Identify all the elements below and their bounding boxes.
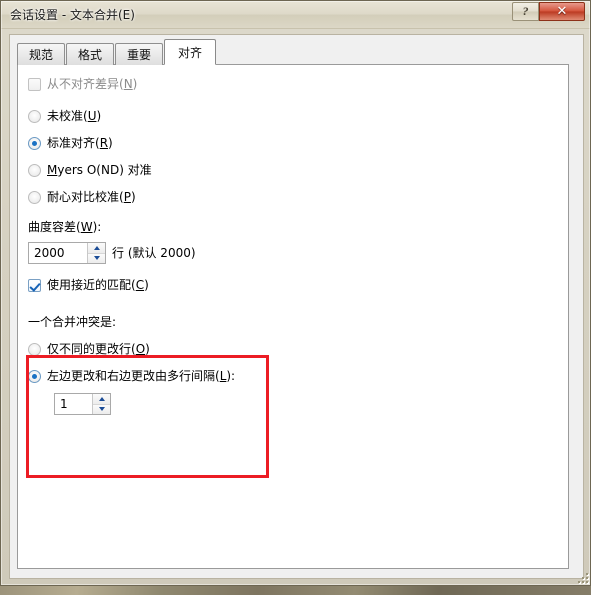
spinner-down-button[interactable] bbox=[88, 253, 105, 263]
caret-down-icon bbox=[98, 407, 105, 412]
caret-up-icon bbox=[93, 245, 100, 250]
checkbox-box-icon bbox=[28, 78, 41, 91]
spinner-buttons bbox=[92, 394, 110, 414]
caret-down-icon bbox=[93, 256, 100, 261]
radio-patience-diff[interactable]: 耐心对比校准(P) bbox=[28, 190, 136, 205]
checkbox-checked-icon bbox=[28, 279, 41, 292]
tab-important[interactable]: 重要 bbox=[115, 43, 164, 65]
tab-page-alignment: 从不对齐差异(N) 未校准(U) 标准对齐(R) Myers O(ND) 对准 … bbox=[17, 64, 569, 569]
checkbox-use-nearest-match[interactable]: 使用接近的匹配(C) bbox=[28, 278, 149, 293]
help-icon[interactable]: ? bbox=[512, 2, 539, 21]
tab-strip: 规范 格式 重要 对齐 bbox=[17, 39, 217, 65]
curvature-tolerance-label: 曲度容差(W): bbox=[28, 220, 102, 234]
radio-patience-diff-label: 耐心对比校准(P) bbox=[47, 190, 136, 204]
dialog-client-area: 规范 格式 重要 对齐 从不对齐差异(N) 未校准(U) 标准对齐(R) Mye… bbox=[9, 34, 584, 579]
tab-alignment[interactable]: 对齐 bbox=[164, 39, 217, 65]
radio-standard-alignment-label: 标准对齐(R) bbox=[47, 136, 113, 150]
spinner-buttons bbox=[87, 243, 105, 263]
conflict-group-title: 一个合并冲突是: bbox=[28, 315, 117, 329]
title-bar[interactable]: 会话设置 - 文本合并(E) ? ✕ bbox=[1, 1, 590, 29]
spinner-down-button[interactable] bbox=[93, 404, 110, 414]
caret-up-icon bbox=[98, 396, 105, 401]
curvature-tolerance-units: 行 (默认 2000) bbox=[112, 246, 196, 260]
caption-buttons: ? ✕ bbox=[512, 2, 585, 21]
tab-specification[interactable]: 规范 bbox=[17, 43, 66, 65]
spacer-lines-spinner[interactable]: 1 bbox=[54, 393, 111, 415]
radio-myers-ond[interactable]: Myers O(ND) 对准 bbox=[28, 163, 152, 178]
checkbox-never-align-differences[interactable]: 从不对齐差异(N) bbox=[28, 77, 137, 92]
radio-circle-icon bbox=[28, 110, 41, 123]
checkbox-use-nearest-match-label: 使用接近的匹配(C) bbox=[47, 278, 149, 292]
radio-uncalibrated-label: 未校准(U) bbox=[47, 109, 102, 123]
radio-only-different-changed-lines[interactable]: 仅不同的更改行(O) bbox=[28, 342, 150, 357]
radio-uncalibrated[interactable]: 未校准(U) bbox=[28, 109, 101, 124]
resize-grip[interactable] bbox=[575, 570, 588, 583]
checkbox-never-align-differences-label: 从不对齐差异(N) bbox=[47, 77, 138, 91]
radio-left-right-separated-by-lines-label: 左边更改和右边更改由多行间隔(L): bbox=[47, 369, 236, 383]
curvature-tolerance-input[interactable]: 2000 bbox=[29, 243, 87, 263]
radio-standard-alignment[interactable]: 标准对齐(R) bbox=[28, 136, 113, 151]
radio-circle-icon bbox=[28, 191, 41, 204]
radio-left-right-separated-by-lines[interactable]: 左边更改和右边更改由多行间隔(L): bbox=[28, 369, 235, 384]
radio-circle-icon bbox=[28, 343, 41, 356]
radio-myers-ond-label: Myers O(ND) 对准 bbox=[47, 163, 152, 177]
curvature-tolerance-spinner[interactable]: 2000 bbox=[28, 242, 106, 264]
radio-only-different-changed-lines-label: 仅不同的更改行(O) bbox=[47, 342, 150, 356]
dialog-window: 会话设置 - 文本合并(E) ? ✕ 规范 格式 重要 对齐 从不对齐差异(N)… bbox=[0, 0, 591, 586]
window-title: 会话设置 - 文本合并(E) bbox=[10, 8, 135, 22]
close-icon[interactable]: ✕ bbox=[539, 2, 585, 21]
radio-circle-selected-icon bbox=[28, 137, 41, 150]
radio-circle-icon bbox=[28, 164, 41, 177]
radio-circle-selected-icon bbox=[28, 370, 41, 383]
spacer-lines-input[interactable]: 1 bbox=[55, 394, 92, 414]
tab-format[interactable]: 格式 bbox=[66, 43, 115, 65]
spinner-up-button[interactable] bbox=[88, 243, 105, 254]
spinner-up-button[interactable] bbox=[93, 394, 110, 405]
